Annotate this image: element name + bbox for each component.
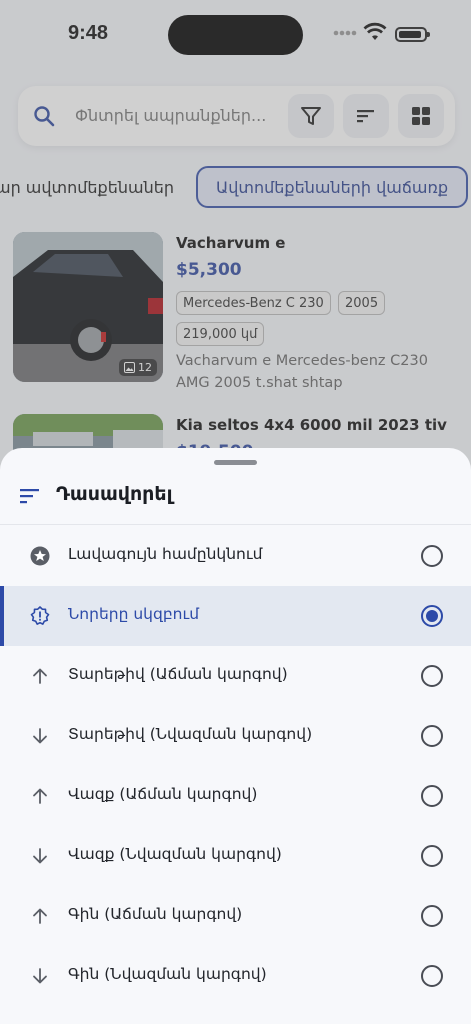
option-label: Վազք (Աճման կարգով) xyxy=(68,785,258,803)
sort-option-year-desc[interactable]: Տարեթիվ (Նվազման կարգով) xyxy=(0,706,471,766)
arrow-down-icon xyxy=(33,968,47,984)
option-label: Գին (Նվազման կարգով) xyxy=(68,965,267,983)
new-badge-icon xyxy=(30,606,50,625)
option-label: Տարեթիվ (Աճման կարգով) xyxy=(68,665,288,683)
arrow-down-icon xyxy=(33,728,47,744)
radio-button[interactable] xyxy=(421,965,443,987)
option-label: Գին (Աճման կարգով) xyxy=(68,905,243,923)
option-label: Վազք (Նվազման կարգով) xyxy=(68,845,282,863)
drag-handle[interactable] xyxy=(214,460,257,465)
sort-option-mileage-asc[interactable]: Վազք (Աճման կարգով) xyxy=(0,766,471,826)
sheet-header: Դասավորել xyxy=(0,468,471,525)
star-badge-icon xyxy=(30,546,50,566)
sort-option-year-asc[interactable]: Տարեթիվ (Աճման կարգով) xyxy=(0,646,471,706)
sort-option-price-asc[interactable]: Գին (Աճման կարգով) xyxy=(0,886,471,946)
radio-button[interactable] xyxy=(421,665,443,687)
arrow-down-icon xyxy=(33,848,47,864)
sort-option-price-desc[interactable]: Գին (Նվազման կարգով) xyxy=(0,946,471,1006)
sheet-title: Դասավորել xyxy=(56,483,173,505)
option-label: Լավագույն համընկնում xyxy=(68,545,263,563)
sort-bottom-sheet: Դասավորել Լավագույն համընկնում Նորերը սկ… xyxy=(0,448,471,1024)
radio-button-selected[interactable] xyxy=(421,605,443,627)
radio-button[interactable] xyxy=(421,785,443,807)
sort-option-best-match[interactable]: Լավագույն համընկնում xyxy=(0,526,471,586)
arrow-up-icon xyxy=(33,668,47,684)
sort-icon xyxy=(20,489,39,504)
option-label: Նորերը սկզբում xyxy=(68,605,200,623)
arrow-up-icon xyxy=(33,788,47,804)
radio-button[interactable] xyxy=(421,545,443,567)
radio-button[interactable] xyxy=(421,725,443,747)
arrow-up-icon xyxy=(33,908,47,924)
sort-option-newest[interactable]: Նորերը սկզբում xyxy=(0,586,471,646)
radio-button[interactable] xyxy=(421,845,443,867)
sort-option-mileage-desc[interactable]: Վազք (Նվազման կարգով) xyxy=(0,826,471,886)
option-label: Տարեթիվ (Նվազման կարգով) xyxy=(68,725,313,743)
radio-button[interactable] xyxy=(421,905,443,927)
